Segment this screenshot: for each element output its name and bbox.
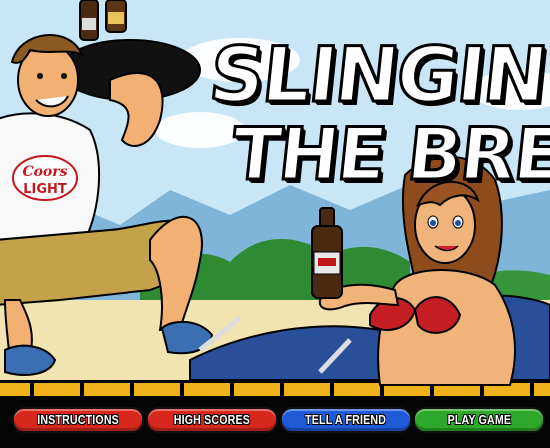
tell-a-friend-button-label: TELL A FRIEND bbox=[305, 413, 387, 427]
svg-text:Coors: Coors bbox=[22, 164, 67, 180]
instructions-button-label: INSTRUCTIONS bbox=[37, 413, 119, 427]
game-title-line-1: SLINGIN' bbox=[204, 29, 550, 121]
play-game-button[interactable]: PLAY GAME bbox=[413, 407, 545, 433]
instructions-button[interactable]: INSTRUCTIONS bbox=[12, 407, 144, 433]
high-scores-button-label: HIGH SCORES bbox=[173, 413, 251, 427]
coors-light-logo: Coors LIGHT bbox=[12, 155, 78, 201]
play-game-button-label: PLAY GAME bbox=[447, 413, 511, 427]
game-stage: Coors LIGHT SLINGIN' THE BREW INSTRUCTIO… bbox=[0, 0, 550, 448]
main-menu-bar: INSTRUCTIONS HIGH SCORES TELL A FRIEND P… bbox=[0, 398, 550, 448]
tell-a-friend-button[interactable]: TELL A FRIEND bbox=[280, 407, 412, 433]
game-title-line-2: THE BREW bbox=[226, 111, 550, 198]
high-scores-button[interactable]: HIGH SCORES bbox=[146, 407, 278, 433]
svg-text:LIGHT: LIGHT bbox=[23, 182, 67, 197]
